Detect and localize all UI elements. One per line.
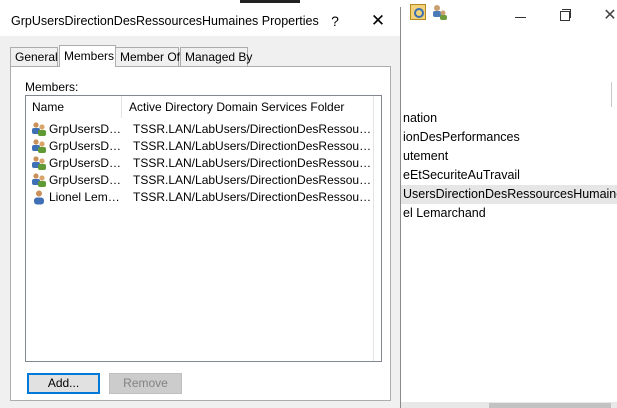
user-icon <box>31 189 47 205</box>
list-item[interactable]: UsersDirectionDesRessourcesHumaines <box>400 185 617 204</box>
members-label: Members: <box>25 80 79 94</box>
tab-general[interactable]: General <box>10 47 58 66</box>
close-icon[interactable]: ✕ <box>600 6 617 26</box>
group-icon <box>31 138 47 154</box>
list-item[interactable]: el Lemarchand <box>400 204 617 223</box>
group-icon <box>31 121 47 137</box>
column-header-folder[interactable]: Active Directory Domain Services Folder <box>123 96 373 118</box>
member-folder: TSSR.LAN/LabUsers/DirectionDesRessources… <box>133 173 373 187</box>
tab-managed-by[interactable]: Managed By <box>180 47 252 66</box>
restore-icon[interactable] <box>555 6 575 26</box>
dialog-titlebar: GrpUsersDirectionDesRessourcesHumaines P… <box>0 7 400 36</box>
member-name: GrpUsersDire... <box>49 122 123 136</box>
member-folder: TSSR.LAN/LabUsers/DirectionDesRessources… <box>133 156 373 170</box>
member-name: Lionel Lemarc... <box>49 190 123 204</box>
member-folder: TSSR.LAN/LabUsers/DirectionDesRessources… <box>133 122 373 136</box>
help-button[interactable]: ? <box>326 11 344 31</box>
object-list[interactable]: nation ionDesPerformances utement eEtSecuri… <box>400 82 617 392</box>
members-tab-panel: Members: Name Active Directory Domain Se… <box>10 66 391 401</box>
find-icon[interactable] <box>410 4 426 20</box>
table-row[interactable]: GrpUsersDire... TSSR.LAN/LabUsers/Directi… <box>26 172 373 189</box>
member-name: GrpUsersDire... <box>49 139 123 153</box>
column-divider <box>611 82 612 107</box>
add-to-group-icon[interactable] <box>432 4 448 20</box>
table-row[interactable]: GrpUsersDire... TSSR.LAN/LabUsers/Directi… <box>26 155 373 172</box>
taskbar-strip <box>240 0 300 3</box>
list-item[interactable]: utement <box>400 147 617 166</box>
member-folder: TSSR.LAN/LabUsers/DirectionDesRessources… <box>133 139 373 153</box>
list-rows: GrpUsersDire... TSSR.LAN/LabUsers/Directi… <box>26 121 373 206</box>
column-header-name[interactable]: Name <box>26 96 122 118</box>
member-folder: TSSR.LAN/LabUsers/DirectionDesRessources… <box>133 190 373 204</box>
table-row[interactable]: GrpUsersDire... TSSR.LAN/LabUsers/Directi… <box>26 138 373 155</box>
minimize-icon[interactable] <box>511 6 531 26</box>
add-button[interactable]: Add... <box>27 373 100 394</box>
scrollbar-thumb[interactable] <box>489 403 611 408</box>
table-row[interactable]: GrpUsersDire... TSSR.LAN/LabUsers/Directi… <box>26 121 373 138</box>
group-icon <box>31 155 47 171</box>
list-header: Name Active Directory Domain Services Fo… <box>26 96 373 118</box>
member-name: GrpUsersDire... <box>49 173 123 187</box>
members-list[interactable]: Name Active Directory Domain Services Fo… <box>25 95 382 362</box>
list-item[interactable]: eEtSecuriteAuTravail <box>400 166 617 185</box>
close-button[interactable]: ✕ <box>368 11 388 31</box>
group-icon <box>31 172 47 188</box>
tab-member-of[interactable]: Member Of <box>115 47 180 66</box>
list-item[interactable]: ionDesPerformances <box>400 128 617 147</box>
vertical-scrollbar[interactable] <box>373 96 381 361</box>
member-name: GrpUsersDire... <box>49 156 123 170</box>
dialog-title: GrpUsersDirectionDesRessourcesHumaines P… <box>11 14 319 28</box>
tab-members[interactable]: Members <box>59 45 116 67</box>
properties-dialog: GrpUsersDirectionDesRessourcesHumaines P… <box>0 7 401 408</box>
list-item[interactable]: nation <box>400 109 617 128</box>
remove-button[interactable]: Remove <box>109 373 182 394</box>
table-row[interactable]: Lionel Lemarc... TSSR.LAN/LabUsers/Direct… <box>26 189 373 206</box>
